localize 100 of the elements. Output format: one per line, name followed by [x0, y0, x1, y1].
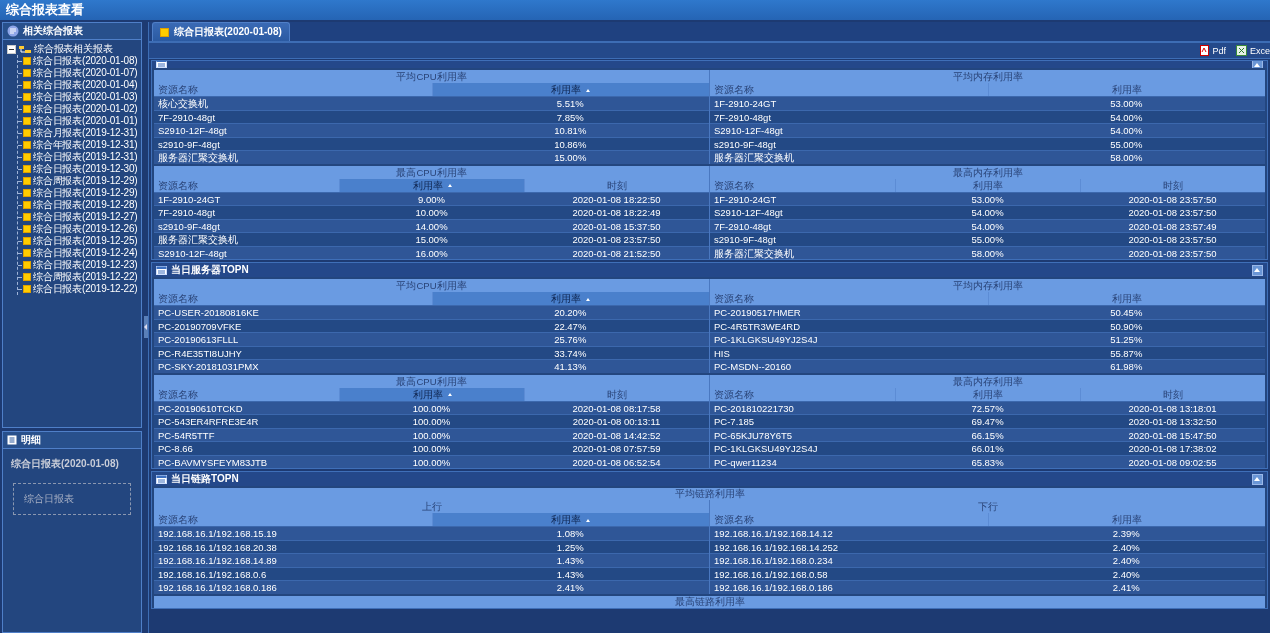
- tree-item[interactable]: 综合日报表(2020-01-03): [33, 90, 138, 104]
- column-header[interactable]: 利用率: [895, 178, 1080, 192]
- tree-item[interactable]: 综合日报表(2020-01-04): [33, 78, 138, 92]
- column-header[interactable]: 利用率: [431, 83, 709, 96]
- tree-item[interactable]: 综合日报表(2019-12-24): [33, 246, 138, 260]
- table-cell-text: 服务器汇聚交换机: [157, 233, 239, 246]
- table-cell-text: 2.41%: [555, 581, 585, 594]
- tree-item[interactable]: 综合周报表(2019-12-29): [33, 174, 138, 188]
- column-header[interactable]: 利用率: [431, 513, 709, 526]
- table-cell-text: 192.168.16.1/192.168.14.89: [157, 554, 278, 567]
- tree-item[interactable]: 综合日报表(2019-12-30): [33, 162, 138, 176]
- table-cell-text: 66.01%: [970, 442, 1005, 455]
- table-cell-text: PC-20190709VFKE: [157, 319, 243, 333]
- table-cell-text: 2020-01-08 06:52:54: [571, 455, 662, 469]
- column-header[interactable]: 利用率: [339, 387, 524, 401]
- table-cell-text: 25.76%: [553, 333, 588, 346]
- table-cell-text: 2020-01-08 23:57:50: [1127, 246, 1218, 260]
- table-cell-text: PC-SKY-20181031PMX: [157, 360, 260, 373]
- tab[interactable]: 综合日报表(2020-01-08): [152, 22, 290, 41]
- table-cell-text: PC-USER-20180816KE: [157, 306, 260, 319]
- tree-item[interactable]: 综合日报表(2019-12-25): [33, 234, 138, 248]
- pdf-button[interactable]: Pdf: [1200, 45, 1226, 56]
- tree-item[interactable]: 综合日报表(2019-12-26): [33, 222, 138, 236]
- column-header[interactable]: 时刻: [1080, 387, 1265, 401]
- tree-item[interactable]: 综合年报表(2019-12-31): [33, 138, 138, 152]
- table-cell-text: 22.47%: [553, 319, 588, 333]
- column-header[interactable]: 资源名称: [154, 292, 432, 305]
- section-title: 当日服务器TOPN: [171, 263, 249, 277]
- table-cell-text: 69.47%: [970, 415, 1005, 428]
- tree-item[interactable]: 综合日报表(2019-12-23): [33, 258, 138, 272]
- table-cell-text: 7F-2910-48gt: [157, 110, 217, 124]
- tree-item[interactable]: 综合日报表(2020-01-01): [33, 114, 138, 128]
- table-cell-text: PC-201810221730: [713, 401, 795, 415]
- panel-title: 相关综合报表: [23, 24, 83, 38]
- tree-item[interactable]: 综合日报表(2020-01-02): [33, 102, 138, 116]
- collapse-button[interactable]: [1252, 264, 1263, 276]
- table-cell-text: 14.00%: [414, 219, 449, 233]
- table-cell-text: S2910-12F-48gt: [713, 206, 784, 219]
- table-cell-text: 50.45%: [1109, 306, 1144, 319]
- table-cell-text: 服务器汇聚交换机: [713, 246, 795, 260]
- column-header[interactable]: 资源名称: [154, 83, 432, 96]
- table-cell-text: 7F-2910-48gt: [713, 110, 773, 124]
- column-header[interactable]: 利用率: [431, 292, 709, 305]
- table-cell-text: 2020-01-08 18:22:50: [571, 192, 662, 206]
- table-cell-text: 2020-01-08 07:57:59: [571, 442, 662, 455]
- table-cell-text: PC-8.66: [157, 442, 194, 455]
- group-header: 最高CPU利用率: [395, 165, 468, 179]
- table-cell-text: 33.74%: [553, 346, 588, 360]
- table-cell-text: 2020-01-08 08:17:58: [571, 401, 662, 415]
- column-header[interactable]: 利用率: [895, 387, 1080, 401]
- column-header[interactable]: 资源名称: [154, 178, 339, 192]
- column-header[interactable]: 资源名称: [710, 513, 988, 526]
- tree-item[interactable]: 综合日报表(2020-01-08): [33, 54, 138, 68]
- column-header[interactable]: 资源名称: [710, 178, 895, 192]
- tree-item[interactable]: 综合日报表(2019-12-29): [33, 186, 138, 200]
- column-header[interactable]: 时刻: [524, 178, 709, 192]
- expand-toggle[interactable]: [7, 44, 16, 54]
- column-header[interactable]: 时刻: [1080, 178, 1265, 192]
- table-cell-text: 54.00%: [1109, 110, 1144, 124]
- splitter-handle[interactable]: [144, 315, 148, 338]
- column-header[interactable]: 资源名称: [710, 292, 988, 305]
- column-header[interactable]: 资源名称: [154, 513, 432, 526]
- sort-ascending-icon: [586, 298, 591, 301]
- table-cell-text: 7F-2910-48gt: [713, 219, 773, 233]
- table-cell-text: 65.83%: [970, 455, 1005, 469]
- column-header[interactable]: 资源名称: [710, 83, 988, 96]
- column-header[interactable]: 利用率: [339, 178, 524, 192]
- table-cell-text: 55.87%: [1109, 346, 1144, 360]
- group-header: 最高CPU利用率: [395, 374, 468, 388]
- sort-ascending-icon: [447, 393, 452, 397]
- column-header[interactable]: 资源名称: [710, 387, 895, 401]
- tree-item[interactable]: 综合日报表(2019-12-27): [33, 210, 138, 224]
- table-cell-text: PC-543ER4RFRE3E4R: [157, 415, 260, 428]
- table-cell-text: 2020-01-08 23:57:50: [1127, 192, 1218, 206]
- tree-item[interactable]: 综合周报表(2019-12-22): [33, 270, 138, 284]
- table-cell-text: 1.25%: [555, 540, 585, 554]
- group-header: 平均内存利用率: [951, 279, 1024, 292]
- column-header[interactable]: 资源名称: [154, 387, 339, 401]
- excel-button[interactable]: Exce: [1236, 45, 1270, 56]
- tree-item[interactable]: 综合日报表(2019-12-31): [33, 150, 138, 164]
- tree-item[interactable]: 综合日报表(2020-01-07): [33, 66, 138, 80]
- table-cell-text: PC-qwer11234: [713, 455, 778, 469]
- tree-node[interactable]: 综合报表相关报表: [34, 42, 113, 56]
- table-cell-text: 55.00%: [1109, 137, 1144, 151]
- table-cell-text: 2020-01-08 15:37:50: [571, 219, 662, 233]
- detail-item[interactable]: 综合日报表: [24, 492, 74, 506]
- table-cell-text: 5.51%: [555, 97, 585, 110]
- table-cell-text: PC-4R5TR3WE4RD: [713, 319, 802, 333]
- sort-ascending-icon: [447, 184, 452, 188]
- table-cell-text: 192.168.16.1/192.168.0.58: [713, 567, 829, 581]
- group-header: 下行: [976, 500, 999, 513]
- collapse-button[interactable]: [1252, 473, 1263, 485]
- table-cell-text: 9.00%: [417, 192, 446, 206]
- table-cell-text: PC-BAVMYSFEYM83JTB: [157, 455, 269, 469]
- tree-item[interactable]: 综合日报表(2019-12-28): [33, 198, 138, 212]
- tree-item[interactable]: 综合月报表(2019-12-31): [33, 126, 138, 140]
- table-cell-text: 10.86%: [553, 137, 588, 151]
- tree-item[interactable]: 综合日报表(2019-12-22): [33, 282, 138, 296]
- table-cell-text: 192.168.16.1/192.168.0.6: [157, 567, 268, 581]
- column-header[interactable]: 时刻: [524, 387, 709, 401]
